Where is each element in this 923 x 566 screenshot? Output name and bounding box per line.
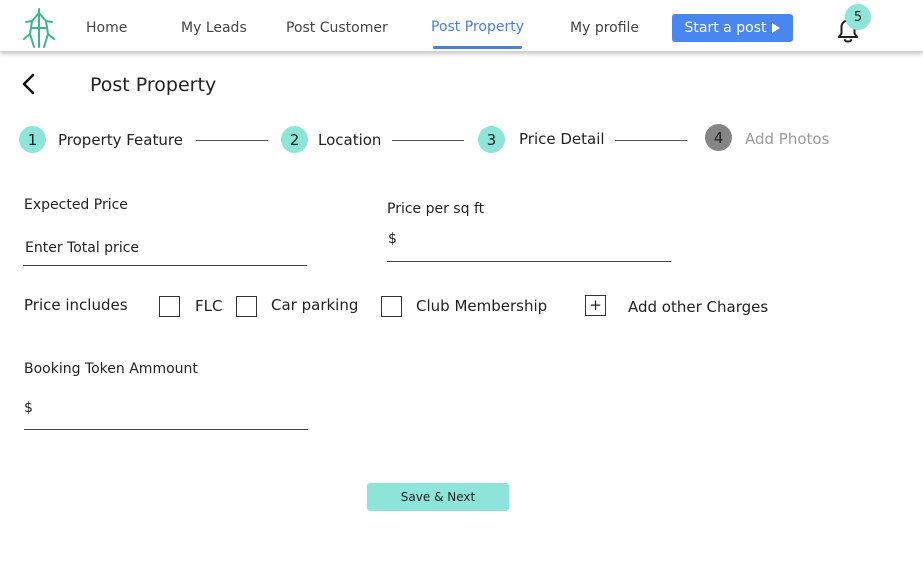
step-connector: [196, 140, 268, 141]
price-per-sqft-label: Price per sq ft: [387, 201, 485, 217]
page-title: Post Property: [90, 74, 217, 96]
top-navbar: Home My Leads Post Customer Post Propert…: [0, 0, 923, 52]
price-includes-label: Price includes: [24, 296, 128, 314]
step-3-circle[interactable]: 3: [478, 126, 505, 153]
price-per-sqft-input[interactable]: [387, 226, 671, 262]
play-arrow-icon: [772, 23, 781, 33]
step-1-label[interactable]: Property Feature: [58, 131, 183, 149]
active-nav-indicator: [433, 46, 522, 49]
step-connector: [392, 140, 464, 141]
save-next-button[interactable]: Save & Next: [367, 483, 509, 511]
car-parking-checkbox[interactable]: [236, 296, 257, 317]
step-2-circle[interactable]: 2: [281, 126, 308, 153]
club-membership-label: Club Membership: [416, 297, 548, 315]
booking-token-input[interactable]: [24, 394, 308, 430]
step-4-circle[interactable]: 4: [705, 124, 732, 151]
step-1-circle[interactable]: 1: [19, 126, 46, 153]
step-4-label[interactable]: Add Photos: [745, 130, 829, 148]
club-membership-checkbox[interactable]: [381, 296, 402, 317]
expected-price-input[interactable]: [23, 230, 307, 266]
nav-my-leads[interactable]: My Leads: [181, 20, 247, 36]
start-post-label: Start a post: [684, 20, 767, 36]
start-post-button[interactable]: Start a post: [672, 14, 793, 42]
add-charges-plus-icon[interactable]: +: [585, 295, 606, 316]
flc-label: FLC: [195, 297, 223, 315]
add-other-charges-label[interactable]: Add other Charges: [628, 298, 768, 316]
nav-post-customer[interactable]: Post Customer: [286, 20, 388, 36]
booking-token-label: Booking Token Ammount: [24, 361, 198, 377]
logo-icon[interactable]: [20, 7, 58, 49]
expected-price-label: Expected Price: [24, 197, 128, 213]
nav-home[interactable]: Home: [86, 20, 127, 36]
step-3-label[interactable]: Price Detail: [519, 130, 605, 148]
back-arrow-icon[interactable]: [18, 72, 40, 96]
notification-badge: 5: [845, 4, 871, 30]
step-connector: [615, 140, 687, 141]
nav-my-profile[interactable]: My profile: [570, 20, 639, 36]
flc-checkbox[interactable]: [159, 296, 180, 317]
step-2-label[interactable]: Location: [318, 131, 381, 149]
nav-post-property[interactable]: Post Property: [431, 19, 524, 35]
car-parking-label: Car parking: [271, 296, 359, 314]
